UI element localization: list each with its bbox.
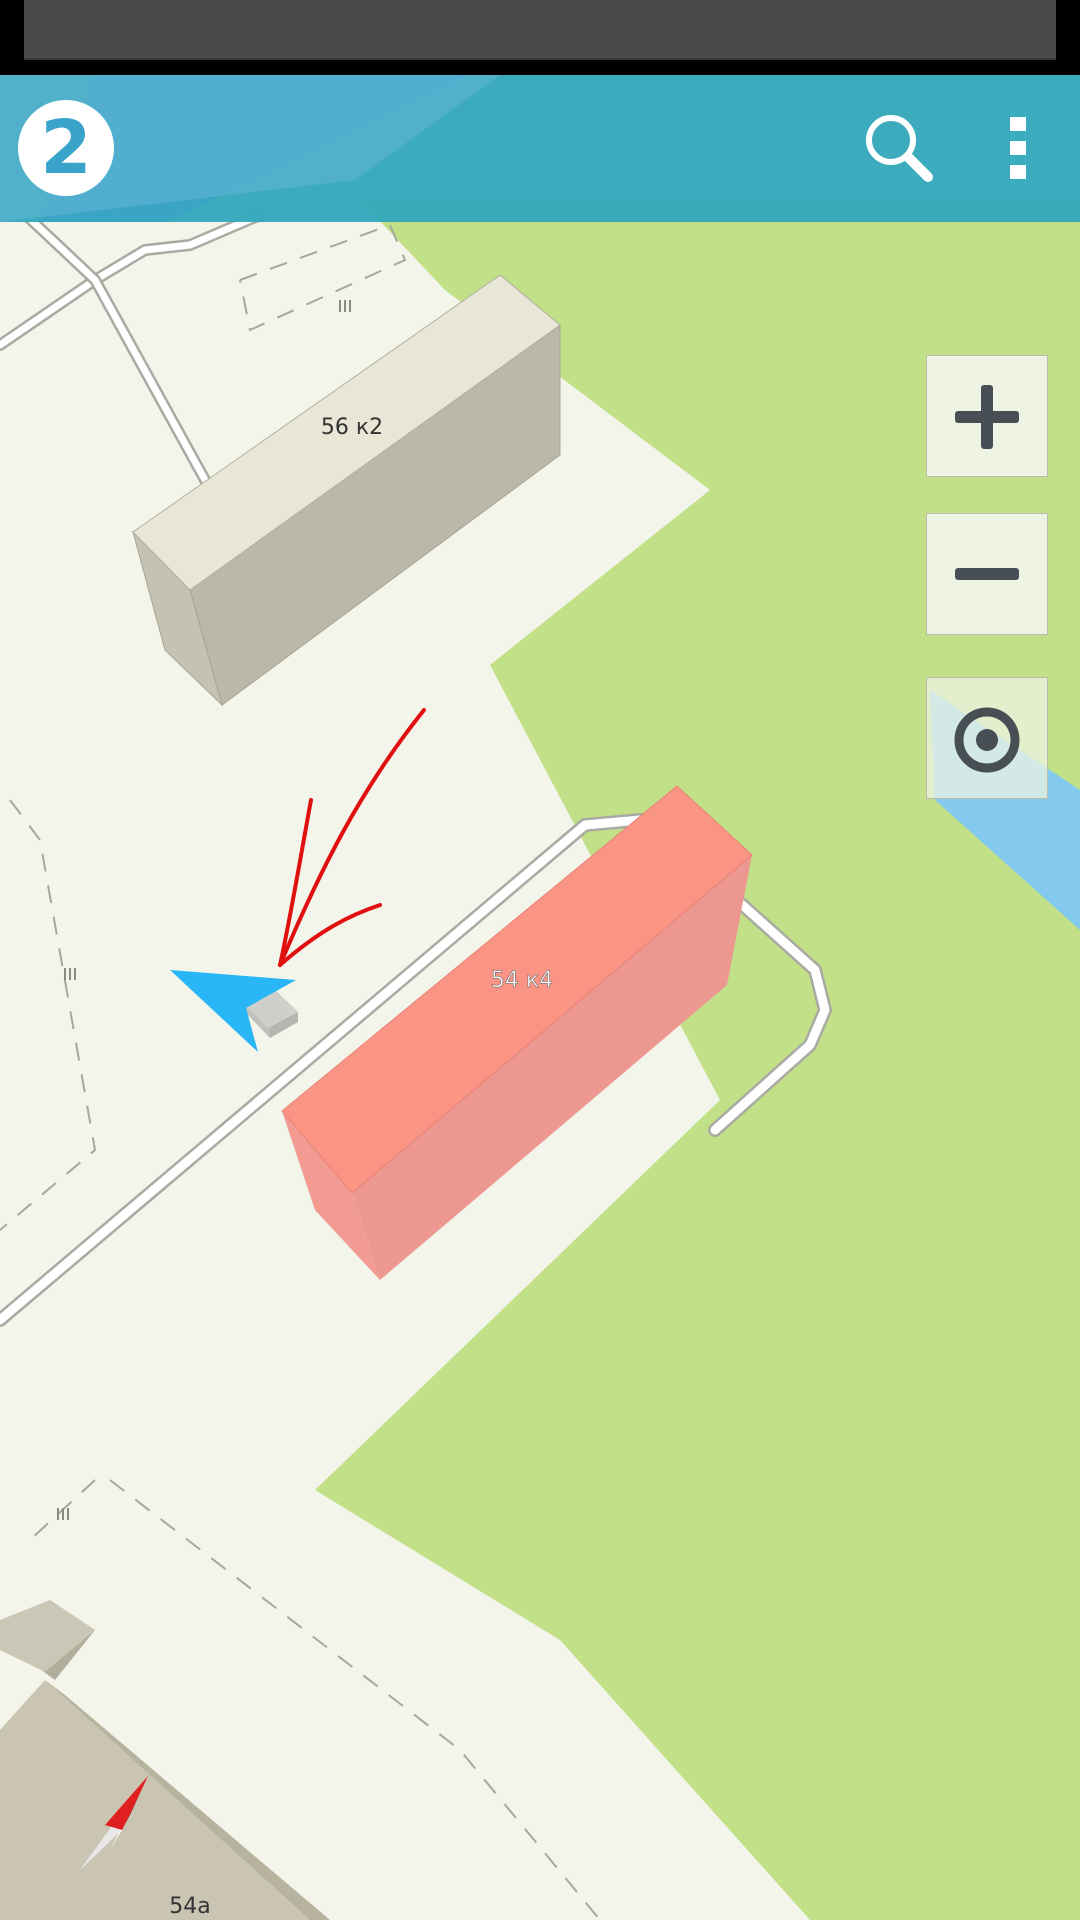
more-vert-icon: [1010, 117, 1026, 179]
zoom-out-button[interactable]: [926, 513, 1048, 635]
building-label-54a: 54а: [169, 1894, 210, 1919]
locate-me-button[interactable]: [926, 677, 1048, 799]
target-icon: [954, 707, 1020, 773]
status-bar: [0, 0, 1080, 75]
logo-text: 2: [40, 105, 92, 191]
app-logo[interactable]: 2: [18, 100, 114, 196]
building-label-56k2: 56 к2: [321, 415, 383, 440]
map-view[interactable]: 56 к2 54 к4 54а: [0, 0, 1080, 1920]
minus-icon: [955, 568, 1019, 580]
plus-icon: [955, 385, 1019, 449]
overflow-menu-button[interactable]: [983, 103, 1053, 193]
search-button[interactable]: [854, 103, 944, 193]
notification-area: [24, 0, 1056, 60]
zoom-in-button[interactable]: [926, 355, 1048, 477]
building-label-54k4: 54 к4: [491, 968, 553, 993]
search-icon: [866, 115, 933, 182]
